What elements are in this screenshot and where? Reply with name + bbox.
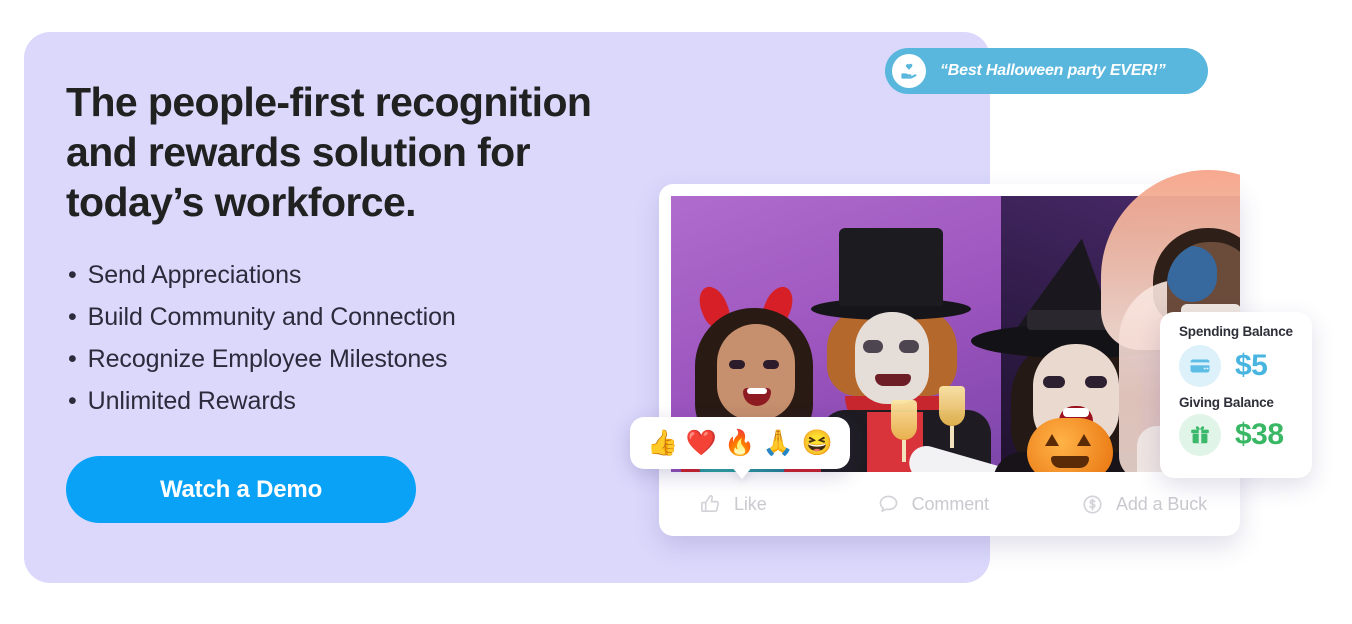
reaction-picker-pointer bbox=[731, 466, 753, 479]
giving-balance-label: Giving Balance bbox=[1179, 395, 1274, 410]
laughing-reaction[interactable]: 😆 bbox=[801, 430, 832, 456]
gift-icon bbox=[1179, 414, 1221, 456]
comment-label: Comment bbox=[911, 493, 989, 514]
feature-list: Send Appreciations Build Community and C… bbox=[68, 254, 688, 422]
comment-action[interactable]: Comment bbox=[877, 493, 989, 516]
list-item: Unlimited Rewards bbox=[68, 380, 688, 422]
add-a-buck-label: Add a Buck bbox=[1115, 493, 1208, 514]
list-item: Send Appreciations bbox=[68, 254, 688, 296]
promo-banner: The people-first recognition and rewards… bbox=[0, 0, 1352, 624]
spending-balance-amount: $5 bbox=[1235, 349, 1268, 382]
credit-card-icon bbox=[1179, 345, 1221, 387]
like-action[interactable]: Like bbox=[699, 493, 767, 516]
post-action-bar: Like Comment Add a Buck bbox=[671, 480, 1228, 528]
page-title: The people-first recognition and rewards… bbox=[66, 79, 592, 225]
heart-reaction[interactable]: ❤️ bbox=[686, 430, 717, 456]
speech-bubble-icon bbox=[877, 493, 900, 516]
balance-card: Spending Balance $5 Giving Balance $38 bbox=[1160, 312, 1312, 478]
watch-demo-button[interactable]: Watch a Demo bbox=[66, 456, 416, 523]
reaction-picker[interactable]: 👍 ❤️ 🔥 🙏 😆 bbox=[630, 417, 850, 469]
dollar-circle-icon bbox=[1081, 493, 1104, 516]
thumbs-up-icon bbox=[699, 493, 722, 516]
giving-balance-row: $38 bbox=[1179, 414, 1312, 456]
testimonial-bubble: “Best Halloween party EVER!” bbox=[885, 48, 1208, 94]
pray-reaction[interactable]: 🙏 bbox=[763, 430, 794, 456]
testimonial-text: “Best Halloween party EVER!” bbox=[940, 62, 1166, 79]
giving-balance-amount: $38 bbox=[1235, 418, 1284, 451]
hand-holding-heart-icon bbox=[892, 54, 926, 88]
spending-balance-label: Spending Balance bbox=[1179, 324, 1293, 339]
spending-balance-row: $5 bbox=[1179, 345, 1312, 387]
list-item: Build Community and Connection bbox=[68, 296, 688, 338]
thumbs-up-reaction[interactable]: 👍 bbox=[647, 430, 678, 456]
fire-reaction[interactable]: 🔥 bbox=[724, 430, 755, 456]
like-label: Like bbox=[734, 493, 767, 514]
list-item: Recognize Employee Milestones bbox=[68, 338, 688, 380]
add-a-buck-action[interactable]: Add a Buck bbox=[1081, 493, 1207, 516]
